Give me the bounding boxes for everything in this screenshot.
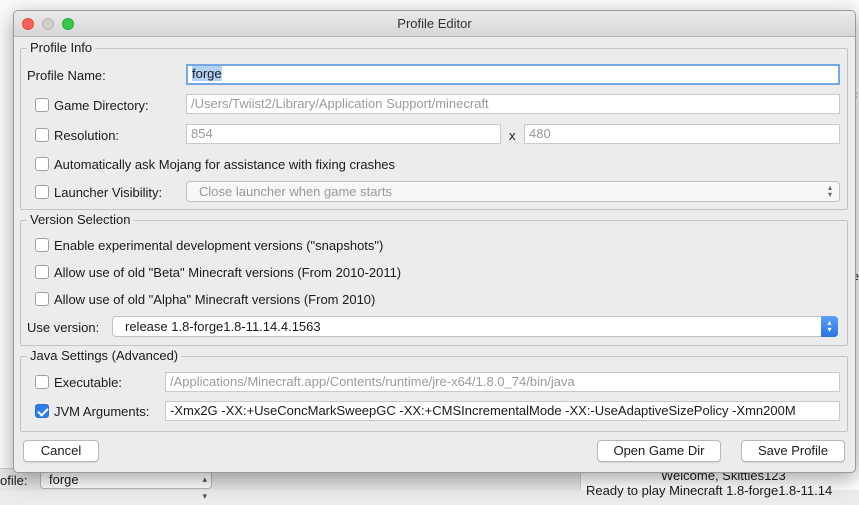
game-directory-input[interactable]: /Users/Twiist2/Library/Application Suppo… (186, 94, 840, 114)
launcher-visibility-checkbox[interactable] (35, 185, 49, 199)
maximize-window-button[interactable] (62, 18, 74, 30)
snapshots-checkbox[interactable] (35, 238, 49, 252)
profile-info-group: Profile Info Profile Name: forge Game Di… (20, 40, 848, 210)
title-bar[interactable]: Profile Editor (14, 11, 855, 37)
launcher-profile-value: forge (49, 472, 79, 487)
executable-checkbox[interactable] (35, 375, 49, 389)
close-window-button[interactable] (22, 18, 34, 30)
profile-name-label: Profile Name: (27, 68, 106, 83)
version-selection-legend: Version Selection (27, 212, 134, 227)
open-game-dir-button[interactable]: Open Game Dir (597, 440, 721, 462)
use-version-label: Use version: (27, 320, 100, 335)
resolution-separator: x (509, 128, 516, 143)
cancel-button[interactable]: Cancel (23, 440, 99, 462)
save-profile-button[interactable]: Save Profile (741, 440, 845, 462)
jvm-arguments-checkbox[interactable] (35, 404, 49, 418)
game-directory-checkbox[interactable] (35, 98, 49, 112)
mojang-assist-checkbox[interactable] (35, 157, 49, 171)
dialog-title: Profile Editor (397, 16, 472, 31)
java-settings-legend: Java Settings (Advanced) (27, 348, 182, 363)
chevron-updown-icon: ▴ ▾ (202, 474, 207, 501)
jvm-arguments-label: JVM Arguments: (54, 404, 150, 419)
launcher-visibility-value: Close launcher when game starts (199, 184, 392, 199)
beta-label: Allow use of old "Beta" Minecraft versio… (54, 265, 402, 280)
beta-checkbox[interactable] (35, 265, 49, 279)
executable-input[interactable]: /Applications/Minecraft.app/Contents/run… (165, 372, 840, 392)
launcher-visibility-label: Launcher Visibility: (54, 185, 163, 200)
profile-editor-dialog: Profile Editor Profile Info Profile Name… (13, 10, 856, 473)
jvm-arguments-input[interactable]: -Xmx2G -XX:+UseConcMarkSweepGC -XX:+CMSI… (165, 401, 840, 421)
profile-info-legend: Profile Info (27, 40, 96, 55)
java-settings-group: Java Settings (Advanced) Executable: /Ap… (20, 348, 848, 432)
resolution-checkbox[interactable] (35, 128, 49, 142)
alpha-label: Allow use of old "Alpha" Minecraft versi… (54, 292, 376, 307)
chevron-updown-icon: ▴ ▾ (827, 183, 832, 199)
alpha-checkbox[interactable] (35, 292, 49, 306)
resolution-height-input[interactable]: 480 (524, 124, 840, 144)
launcher-visibility-select[interactable]: Close launcher when game starts ▴ ▾ (186, 181, 840, 202)
mojang-assist-label: Automatically ask Mojang for assistance … (54, 157, 396, 172)
use-version-select[interactable]: release 1.8-forge1.8-11.14.4.1563 ▴ ▾ (112, 316, 838, 337)
profile-name-value: forge (192, 66, 222, 81)
chevron-updown-icon: ▴ ▾ (821, 316, 838, 337)
resolution-width-input[interactable]: 854 (186, 124, 501, 144)
game-directory-label: Game Directory: (54, 98, 149, 113)
version-selection-group: Version Selection Enable experimental de… (20, 212, 848, 346)
use-version-value: release 1.8-forge1.8-11.14.4.1563 (125, 319, 321, 334)
minimize-window-button[interactable] (42, 18, 54, 30)
snapshots-label: Enable experimental development versions… (54, 238, 384, 253)
ready-text: Ready to play Minecraft 1.8-forge1.8-11.… (586, 483, 833, 498)
resolution-label: Resolution: (54, 128, 120, 143)
profile-name-input[interactable]: forge (186, 64, 840, 85)
executable-label: Executable: (54, 375, 122, 390)
launcher-profile-label: ofile: (0, 473, 28, 488)
